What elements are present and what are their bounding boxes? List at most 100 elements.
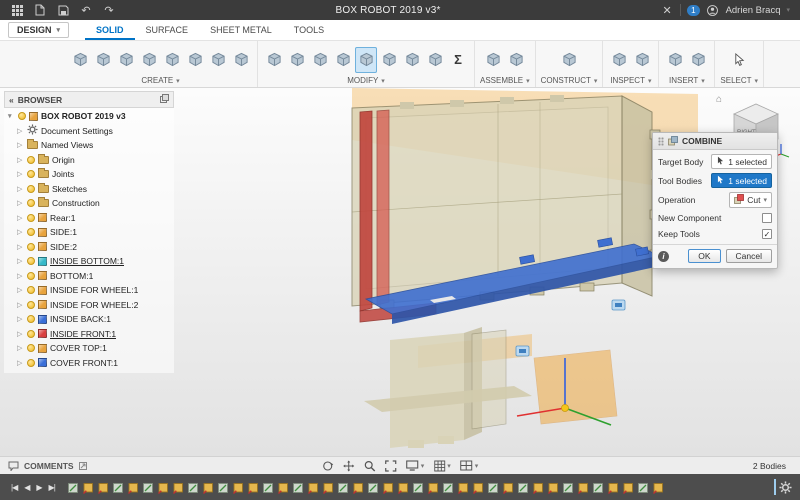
expand-icon[interactable]: ▷ (17, 214, 24, 222)
timeline-feature-component-18[interactable] (322, 480, 335, 494)
close-icon[interactable]: ✕ (660, 3, 674, 17)
combine-dialog-header[interactable]: COMBINE (653, 133, 777, 150)
tab-solid[interactable]: SOLID (85, 20, 135, 40)
tool-fillet-icon[interactable] (286, 47, 308, 73)
viewcube-home-icon[interactable]: ⌂ (716, 94, 722, 105)
workspace-switcher[interactable]: DESIGN ▾ (8, 22, 70, 38)
timeline-feature-sketch-6[interactable] (142, 480, 155, 494)
tool-new-sketch-icon[interactable] (69, 47, 91, 73)
timeline-feature-component-7[interactable] (157, 480, 170, 494)
visibility-bulb-icon[interactable] (27, 170, 35, 179)
timeline-feature-sketch-4[interactable] (112, 480, 125, 494)
toolbar-group-label-select[interactable]: SELECT ▾ (720, 76, 758, 86)
toolbar-group-label-construct[interactable]: CONSTRUCT ▾ (541, 76, 598, 86)
timeline-step-back-button[interactable]: ◀ (21, 483, 32, 492)
selection-marker[interactable] (611, 299, 626, 311)
user-name[interactable]: Adrien Bracq (726, 5, 781, 16)
pan-icon[interactable] (343, 460, 355, 472)
expand-icon[interactable]: ▷ (17, 170, 24, 178)
timeline-feature-component-22[interactable] (382, 480, 395, 494)
timeline-feature-component-25[interactable] (427, 480, 440, 494)
tool-shell-icon[interactable] (332, 47, 354, 73)
tool-new-component-icon[interactable] (482, 47, 504, 73)
display-settings-icon[interactable]: ▾ (406, 460, 424, 471)
browser-item-inside-for-wheel-2[interactable]: ▷ INSIDE FOR WHEEL:2 (4, 298, 174, 313)
browser-item-construction[interactable]: ▷ Construction (4, 196, 174, 211)
timeline-feature-component-38[interactable] (622, 480, 635, 494)
toolbar-group-label-assemble[interactable]: ASSEMBLE ▾ (480, 76, 530, 86)
tool-chamfer-icon[interactable] (309, 47, 331, 73)
viewports-icon[interactable]: ▾ (460, 460, 478, 471)
tool-section-analysis-icon[interactable] (631, 47, 653, 73)
tool-offset-face-icon[interactable] (378, 47, 400, 73)
browser-item-sketches[interactable]: ▷ Sketches (4, 182, 174, 197)
grid-snaps-icon[interactable]: ▾ (433, 460, 451, 472)
visibility-bulb-icon[interactable] (27, 155, 35, 164)
user-avatar-icon[interactable] (706, 3, 720, 17)
browser-item-inside-back-1[interactable]: ▷ INSIDE BACK:1 (4, 312, 174, 327)
data-panel-toggle-icon[interactable] (10, 3, 24, 17)
browser-item-inside-for-wheel-1[interactable]: ▷ INSIDE FOR WHEEL:1 (4, 283, 174, 298)
browser-item-rear-1[interactable]: ▷ Rear:1 (4, 211, 174, 226)
timeline-feature-component-37[interactable] (607, 480, 620, 494)
job-status-badge[interactable]: 1 (687, 4, 700, 16)
browser-item-side-1[interactable]: ▷ SIDE:1 (4, 225, 174, 240)
visibility-bulb-icon[interactable] (27, 242, 35, 251)
timeline-feature-sketch-39[interactable] (637, 480, 650, 494)
redo-icon[interactable]: ↷ (102, 3, 116, 17)
expand-icon[interactable]: ▷ (17, 344, 24, 352)
expand-icon[interactable]: ▷ (17, 272, 24, 280)
tab-sheet-metal[interactable]: SHEET METAL (199, 20, 283, 40)
timeline-feature-sketch-16[interactable] (292, 480, 305, 494)
tool-sweep-icon[interactable] (184, 47, 206, 73)
checkbox-new-component[interactable] (762, 213, 772, 223)
toolbar-group-label-create[interactable]: CREATE ▾ (141, 76, 179, 86)
visibility-bulb-icon[interactable] (18, 112, 26, 121)
tool-loft-icon[interactable] (207, 47, 229, 73)
browser-item-inside-bottom-1[interactable]: ▷ INSIDE BOTTOM:1 (4, 254, 174, 269)
browser-item-origin[interactable]: ▷ Origin (4, 153, 174, 168)
expand-icon[interactable]: ▷ (17, 315, 24, 323)
expand-icon[interactable]: ▾ (8, 112, 15, 120)
expand-icon[interactable]: ▷ (17, 199, 24, 207)
expand-icon[interactable]: ▷ (17, 156, 24, 164)
tool-extrude-icon[interactable] (138, 47, 160, 73)
expand-icon[interactable]: ▷ (17, 330, 24, 338)
browser-item-side-2[interactable]: ▷ SIDE:2 (4, 240, 174, 255)
expand-comments-icon[interactable] (78, 461, 87, 470)
visibility-bulb-icon[interactable] (27, 271, 35, 280)
browser-item-document-settings[interactable]: ▷ Document Settings (4, 124, 174, 139)
timeline-feature-component-3[interactable] (97, 480, 110, 494)
timeline-feature-component-32[interactable] (532, 480, 545, 494)
browser-item-cover-front-1[interactable]: ▷ COVER FRONT:1 (4, 356, 174, 371)
timeline-feature-component-33[interactable] (547, 480, 560, 494)
expand-icon[interactable]: ▷ (17, 359, 24, 367)
tool-split-body-icon[interactable] (424, 47, 446, 73)
operation-dropdown[interactable]: Cut ▾ (729, 192, 772, 208)
timeline-feature-component-17[interactable] (307, 480, 320, 494)
zoom-icon[interactable] (364, 460, 376, 472)
toolbar-group-label-inspect[interactable]: INSPECT ▾ (610, 76, 651, 86)
timeline-feature-component-28[interactable] (472, 480, 485, 494)
browser-item-bottom-1[interactable]: ▷ BOTTOM:1 (4, 269, 174, 284)
visibility-bulb-icon[interactable] (27, 286, 35, 295)
timeline-feature-component-20[interactable] (352, 480, 365, 494)
timeline-feature-component-23[interactable] (397, 480, 410, 494)
browser-item-inside-front-1[interactable]: ▷ INSIDE FRONT:1 (4, 327, 174, 342)
selection-field-tool-bodies[interactable]: 1 selected (711, 173, 772, 188)
tab-surface[interactable]: SURFACE (135, 20, 200, 40)
tool-box-icon[interactable] (115, 47, 137, 73)
tool-replace-face-icon[interactable] (401, 47, 423, 73)
orbit-icon[interactable] (322, 460, 334, 472)
tool-change-parameters-icon[interactable]: Σ (447, 47, 469, 73)
toolbar-group-label-insert[interactable]: INSERT ▾ (669, 76, 705, 86)
timeline-feature-component-8[interactable] (172, 480, 185, 494)
timeline-go-end-button[interactable]: ▶| (46, 483, 58, 492)
timeline-feature-sketch-26[interactable] (442, 480, 455, 494)
tab-tools[interactable]: TOOLS (283, 20, 335, 40)
info-icon[interactable]: i (658, 250, 669, 262)
timeline-settings-gear-icon[interactable] (779, 480, 792, 494)
save-icon[interactable] (56, 3, 70, 17)
timeline-feature-sketch-1[interactable] (67, 480, 80, 494)
expand-icon[interactable]: ▷ (17, 228, 24, 236)
